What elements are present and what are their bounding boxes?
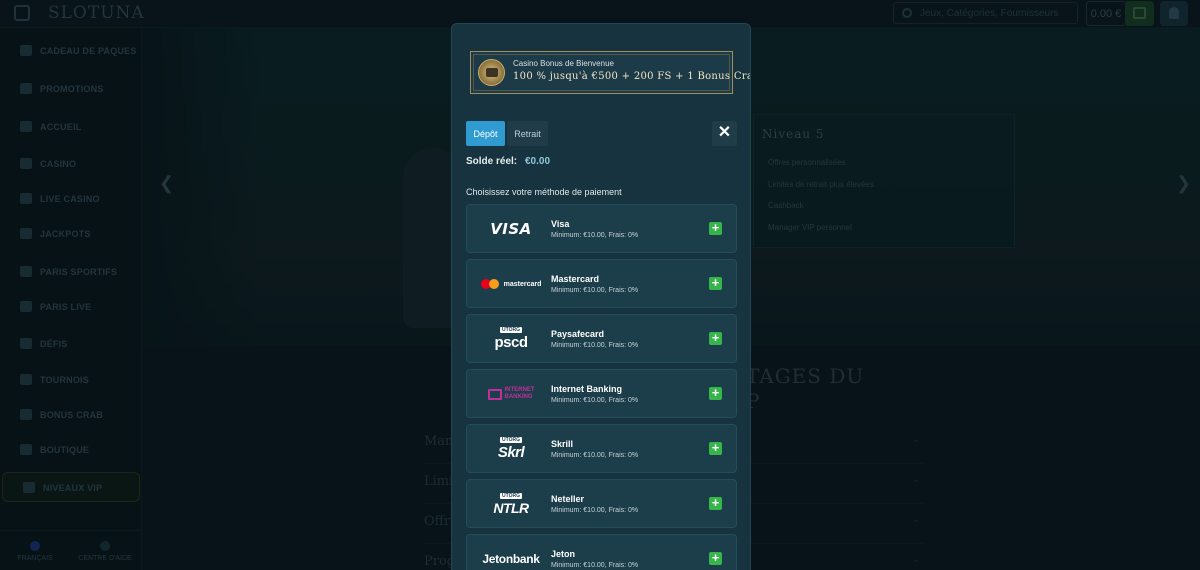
payment-method-neteller[interactable]: UTORG NTLR Neteller Minimum: €10.00, Fra… [466,479,737,528]
add-icon[interactable]: + [709,496,722,510]
method-name: Internet Banking [551,384,623,394]
method-details: Minimum: €10.00, Frais: 0% [551,562,639,569]
payment-modal: Casino Bonus de Bienvenue 100 % jusqu'à … [451,23,751,570]
mastercard-logo: mastercard [473,267,549,301]
utorg-badge: UTORG [500,492,522,499]
balance-label: Solde réel: [466,156,518,167]
internet-banking-wordmark: INTERNET BANKING [505,387,535,401]
payment-method-jeton[interactable]: Jetonbank Jeton Minimum: €10.00, Frais: … [466,534,737,570]
method-name: Mastercard [551,274,600,284]
skrill-logo: UTORG Skrl [473,432,549,466]
add-icon[interactable]: + [709,276,722,290]
add-icon[interactable]: + [709,551,722,565]
method-details: Minimum: €10.00, Frais: 0% [551,397,639,404]
payment-method-mastercard[interactable]: mastercard Mastercard Minimum: €10.00, F… [466,259,737,308]
bonus-subtitle: Casino Bonus de Bienvenue [513,59,614,68]
method-name: Skrill [551,439,574,449]
method-details: Minimum: €10.00, Frais: 0% [551,507,639,514]
neteller-logo: UTORG NTLR [473,487,549,521]
add-icon[interactable]: + [709,386,722,400]
paysafecard-wordmark: pscd [494,334,528,351]
wordmark-line: BANKING [504,394,533,400]
utorg-badge: UTORG [500,437,522,443]
neteller-wordmark: NTLR [493,499,529,516]
method-name: Jeton [551,549,576,559]
payment-methods-list: VISA Visa Minimum: €10.00, Frais: 0% + m… [466,204,737,570]
payment-method-visa[interactable]: VISA Visa Minimum: €10.00, Frais: 0% + [466,204,737,253]
balance-value: €0.00 [525,156,551,167]
method-name: Neteller [551,494,585,504]
method-details: Minimum: €10.00, Frais: 0% [551,452,639,459]
close-button[interactable]: ✕ [712,121,737,146]
add-icon[interactable]: + [709,441,722,455]
method-name: Visa [551,219,570,229]
mastercard-circle-orange [488,279,499,289]
payment-method-skrill[interactable]: UTORG Skrl Skrill Minimum: €10.00, Frais… [466,424,737,473]
method-details: Minimum: €10.00, Frais: 0% [551,287,639,294]
tab-withdraw[interactable]: Retrait [507,121,548,146]
welcome-bonus-banner[interactable]: Casino Bonus de Bienvenue 100 % jusqu'à … [470,51,750,94]
payment-method-prompt: Choisissez votre méthode de paiement [466,187,622,197]
wordmark-line: INTERNET [504,387,535,393]
utorg-badge: UTORG [500,327,522,333]
tab-deposit[interactable]: Dépôt [466,121,505,146]
method-details: Minimum: €10.00, Frais: 0% [551,342,639,349]
method-name: Paysafecard [551,329,605,339]
payment-method-internet-banking[interactable]: INTERNET BANKING Internet Banking Minimum… [466,369,737,418]
visa-logo: VISA [490,220,532,238]
monitor-icon [487,388,502,400]
jetonbank-logo: Jetonbank [482,552,540,566]
chest-body [486,68,498,77]
skrill-wordmark: Skrl [497,444,525,461]
mastercard-wordmark: mastercard [503,280,542,288]
add-icon[interactable]: + [709,331,722,345]
treasure-chest-icon [478,59,505,86]
bonus-title: 100 % jusqu'à €500 + 200 FS + 1 Bonus Cr… [513,71,751,82]
internet-banking-logo: INTERNET BANKING [473,377,549,411]
paysafecard-logo: UTORG pscd [473,322,549,356]
add-icon[interactable]: + [709,221,722,235]
payment-method-paysafecard[interactable]: UTORG pscd Paysafecard Minimum: €10.00, … [466,314,737,363]
method-details: Minimum: €10.00, Frais: 0% [551,232,639,239]
